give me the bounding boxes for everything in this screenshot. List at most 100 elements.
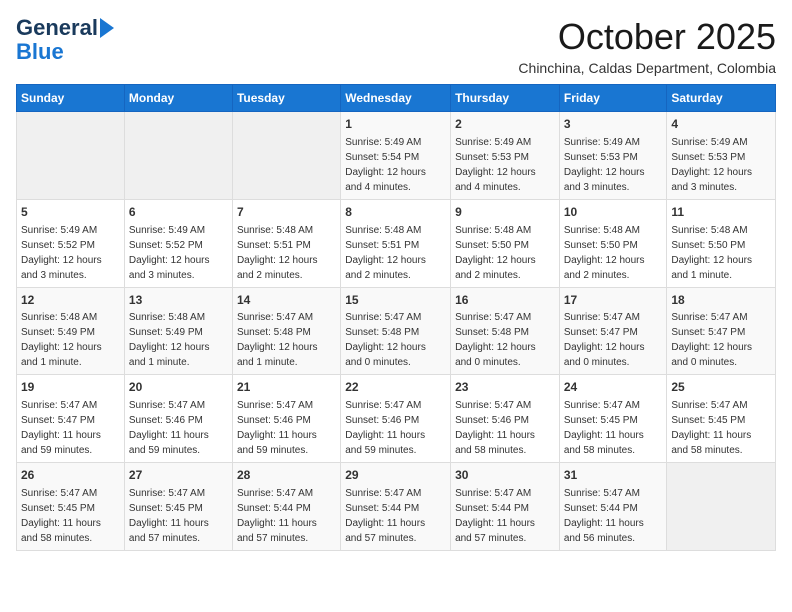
day-info: Sunrise: 5:47 AM Sunset: 5:45 PM Dayligh…	[129, 488, 209, 544]
logo-blue: Blue	[16, 40, 64, 64]
calendar-cell: 5Sunrise: 5:49 AM Sunset: 5:52 PM Daylig…	[17, 199, 125, 287]
day-number: 20	[129, 379, 228, 396]
day-info: Sunrise: 5:47 AM Sunset: 5:48 PM Dayligh…	[455, 312, 536, 368]
day-number: 30	[455, 467, 555, 484]
day-number: 28	[237, 467, 336, 484]
header-thursday: Thursday	[451, 85, 560, 112]
day-info: Sunrise: 5:49 AM Sunset: 5:52 PM Dayligh…	[129, 225, 210, 281]
calendar-cell: 18 Sunrise: 5:47 AM Sunset: 5:47 PM Dayli…	[667, 287, 776, 375]
calendar-cell: 20 Sunrise: 5:47 AM Sunset: 5:46 PM Dayli…	[124, 375, 232, 463]
day-number: 25	[671, 379, 771, 396]
calendar-cell: 7 Sunrise: 5:48 AM Sunset: 5:51 PM Daylig…	[232, 199, 340, 287]
day-number: 1	[345, 116, 446, 133]
day-number: 5	[21, 204, 120, 221]
calendar-cell: 26 Sunrise: 5:47 AM Sunset: 5:45 PM Dayli…	[17, 463, 125, 551]
calendar-cell: 27 Sunrise: 5:47 AM Sunset: 5:45 PM Dayli…	[124, 463, 232, 551]
location: Chinchina, Caldas Department, Colombia	[518, 60, 776, 76]
logo: General Blue	[16, 16, 114, 64]
day-number: 24	[564, 379, 663, 396]
calendar-cell	[667, 463, 776, 551]
day-info: Sunrise: 5:48 AM Sunset: 5:50 PM Dayligh…	[455, 225, 536, 281]
calendar-cell	[17, 112, 125, 200]
calendar-cell: 14 Sunrise: 5:47 AM Sunset: 5:48 PM Dayli…	[232, 287, 340, 375]
calendar-cell: 12 Sunrise: 5:48 AM Sunset: 5:49 PM Dayli…	[17, 287, 125, 375]
day-info: Sunrise: 5:47 AM Sunset: 5:44 PM Dayligh…	[455, 488, 535, 544]
day-number: 2	[455, 116, 555, 133]
calendar-cell: 9 Sunrise: 5:48 AM Sunset: 5:50 PM Daylig…	[451, 199, 560, 287]
day-number: 9	[455, 204, 555, 221]
calendar-cell: 13Sunrise: 5:48 AM Sunset: 5:49 PM Dayli…	[124, 287, 232, 375]
header-row: SundayMondayTuesdayWednesdayThursdayFrid…	[17, 85, 776, 112]
calendar-cell: 3Sunrise: 5:49 AM Sunset: 5:53 PM Daylig…	[559, 112, 667, 200]
calendar-cell: 8 Sunrise: 5:48 AM Sunset: 5:51 PM Daylig…	[341, 199, 451, 287]
day-info: Sunrise: 5:47 AM Sunset: 5:48 PM Dayligh…	[237, 312, 318, 368]
day-number: 7	[237, 204, 336, 221]
day-info: Sunrise: 5:49 AM Sunset: 5:53 PM Dayligh…	[455, 137, 536, 193]
day-number: 15	[345, 292, 446, 309]
calendar-week-5: 26 Sunrise: 5:47 AM Sunset: 5:45 PM Dayli…	[17, 463, 776, 551]
header-sunday: Sunday	[17, 85, 125, 112]
day-number: 16	[455, 292, 555, 309]
calendar-header: SundayMondayTuesdayWednesdayThursdayFrid…	[17, 85, 776, 112]
day-number: 12	[21, 292, 120, 309]
day-info: Sunrise: 5:48 AM Sunset: 5:49 PM Dayligh…	[21, 312, 102, 368]
calendar-cell: 17 Sunrise: 5:47 AM Sunset: 5:47 PM Dayli…	[559, 287, 667, 375]
day-info: Sunrise: 5:48 AM Sunset: 5:49 PM Dayligh…	[129, 312, 210, 368]
header-saturday: Saturday	[667, 85, 776, 112]
day-info: Sunrise: 5:48 AM Sunset: 5:51 PM Dayligh…	[237, 225, 318, 281]
day-number: 6	[129, 204, 228, 221]
calendar-cell: 24 Sunrise: 5:47 AM Sunset: 5:45 PM Dayli…	[559, 375, 667, 463]
day-number: 4	[671, 116, 771, 133]
day-info: Sunrise: 5:47 AM Sunset: 5:44 PM Dayligh…	[345, 488, 425, 544]
header-tuesday: Tuesday	[232, 85, 340, 112]
day-number: 21	[237, 379, 336, 396]
day-number: 29	[345, 467, 446, 484]
day-info: Sunrise: 5:47 AM Sunset: 5:45 PM Dayligh…	[564, 400, 644, 456]
day-info: Sunrise: 5:47 AM Sunset: 5:47 PM Dayligh…	[21, 400, 101, 456]
header-friday: Friday	[559, 85, 667, 112]
day-number: 8	[345, 204, 446, 221]
calendar-cell: 19Sunrise: 5:47 AM Sunset: 5:47 PM Dayli…	[17, 375, 125, 463]
day-info: Sunrise: 5:48 AM Sunset: 5:51 PM Dayligh…	[345, 225, 426, 281]
day-info: Sunrise: 5:47 AM Sunset: 5:46 PM Dayligh…	[129, 400, 209, 456]
day-info: Sunrise: 5:47 AM Sunset: 5:47 PM Dayligh…	[671, 312, 752, 368]
day-number: 11	[671, 204, 771, 221]
calendar-cell: 30 Sunrise: 5:47 AM Sunset: 5:44 PM Dayli…	[451, 463, 560, 551]
day-info: Sunrise: 5:47 AM Sunset: 5:48 PM Dayligh…	[345, 312, 426, 368]
calendar-body: 1 Sunrise: 5:49 AM Sunset: 5:54 PM Daylig…	[17, 112, 776, 551]
day-number: 27	[129, 467, 228, 484]
calendar-cell: 28 Sunrise: 5:47 AM Sunset: 5:44 PM Dayli…	[232, 463, 340, 551]
calendar-cell: 15 Sunrise: 5:47 AM Sunset: 5:48 PM Dayli…	[341, 287, 451, 375]
calendar-cell	[232, 112, 340, 200]
day-info: Sunrise: 5:49 AM Sunset: 5:54 PM Dayligh…	[345, 137, 426, 193]
calendar-table: SundayMondayTuesdayWednesdayThursdayFrid…	[16, 84, 776, 551]
day-number: 14	[237, 292, 336, 309]
day-info: Sunrise: 5:47 AM Sunset: 5:45 PM Dayligh…	[21, 488, 101, 544]
day-number: 26	[21, 467, 120, 484]
day-number: 10	[564, 204, 663, 221]
month-title: October 2025	[518, 16, 776, 58]
day-number: 18	[671, 292, 771, 309]
calendar-cell: 1 Sunrise: 5:49 AM Sunset: 5:54 PM Daylig…	[341, 112, 451, 200]
day-info: Sunrise: 5:48 AM Sunset: 5:50 PM Dayligh…	[564, 225, 645, 281]
day-number: 31	[564, 467, 663, 484]
day-info: Sunrise: 5:47 AM Sunset: 5:45 PM Dayligh…	[671, 400, 751, 456]
day-number: 23	[455, 379, 555, 396]
day-info: Sunrise: 5:47 AM Sunset: 5:46 PM Dayligh…	[237, 400, 317, 456]
day-info: Sunrise: 5:47 AM Sunset: 5:44 PM Dayligh…	[564, 488, 644, 544]
calendar-week-2: 5 Sunrise: 5:49 AM Sunset: 5:52 PM Daylig…	[17, 199, 776, 287]
calendar-week-4: 19Sunrise: 5:47 AM Sunset: 5:47 PM Dayli…	[17, 375, 776, 463]
calendar-cell: 4 Sunrise: 5:49 AM Sunset: 5:53 PM Daylig…	[667, 112, 776, 200]
day-info: Sunrise: 5:47 AM Sunset: 5:46 PM Dayligh…	[455, 400, 535, 456]
calendar-cell	[124, 112, 232, 200]
logo-arrow-icon	[100, 18, 114, 38]
logo-general: General	[16, 16, 98, 40]
day-info: Sunrise: 5:47 AM Sunset: 5:46 PM Dayligh…	[345, 400, 425, 456]
calendar-week-1: 1 Sunrise: 5:49 AM Sunset: 5:54 PM Daylig…	[17, 112, 776, 200]
title-block: October 2025 Chinchina, Caldas Departmen…	[518, 16, 776, 76]
day-number: 17	[564, 292, 663, 309]
day-info: Sunrise: 5:49 AM Sunset: 5:53 PM Dayligh…	[671, 137, 752, 193]
page-header: General Blue October 2025 Chinchina, Cal…	[16, 16, 776, 76]
day-info: Sunrise: 5:47 AM Sunset: 5:44 PM Dayligh…	[237, 488, 317, 544]
day-info: Sunrise: 5:47 AM Sunset: 5:47 PM Dayligh…	[564, 312, 645, 368]
